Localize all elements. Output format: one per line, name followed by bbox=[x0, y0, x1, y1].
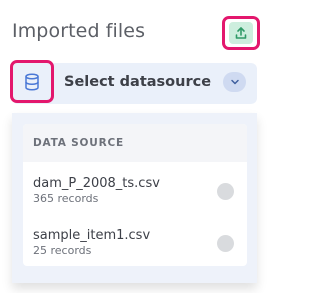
section-header: DATA SOURCE bbox=[23, 124, 247, 162]
radio-button[interactable] bbox=[217, 235, 234, 252]
list-item-records: 25 records bbox=[33, 244, 92, 257]
chevron-down-icon bbox=[230, 79, 239, 85]
datasource-select-label: Select datasource bbox=[64, 74, 212, 90]
upload-button[interactable] bbox=[222, 16, 260, 50]
upload-icon bbox=[235, 27, 247, 39]
datasource-list: DATA SOURCE dam_P_2008_ts.csv 365 record… bbox=[23, 124, 247, 266]
list-item[interactable]: sample_item1.csv 25 records bbox=[33, 228, 241, 258]
list-item[interactable]: dam_P_2008_ts.csv 365 records bbox=[33, 176, 241, 206]
datasource-dropdown-toggle[interactable] bbox=[223, 72, 246, 92]
database-button[interactable] bbox=[10, 60, 54, 103]
list-item-records: 365 records bbox=[33, 192, 99, 205]
panel-title: Imported files bbox=[12, 20, 146, 42]
list-item-name: sample_item1.csv bbox=[33, 228, 151, 243]
list-item-name: dam_P_2008_ts.csv bbox=[33, 176, 160, 191]
radio-button[interactable] bbox=[217, 183, 234, 200]
upload-icon-bg bbox=[229, 22, 253, 44]
database-icon bbox=[25, 72, 39, 91]
